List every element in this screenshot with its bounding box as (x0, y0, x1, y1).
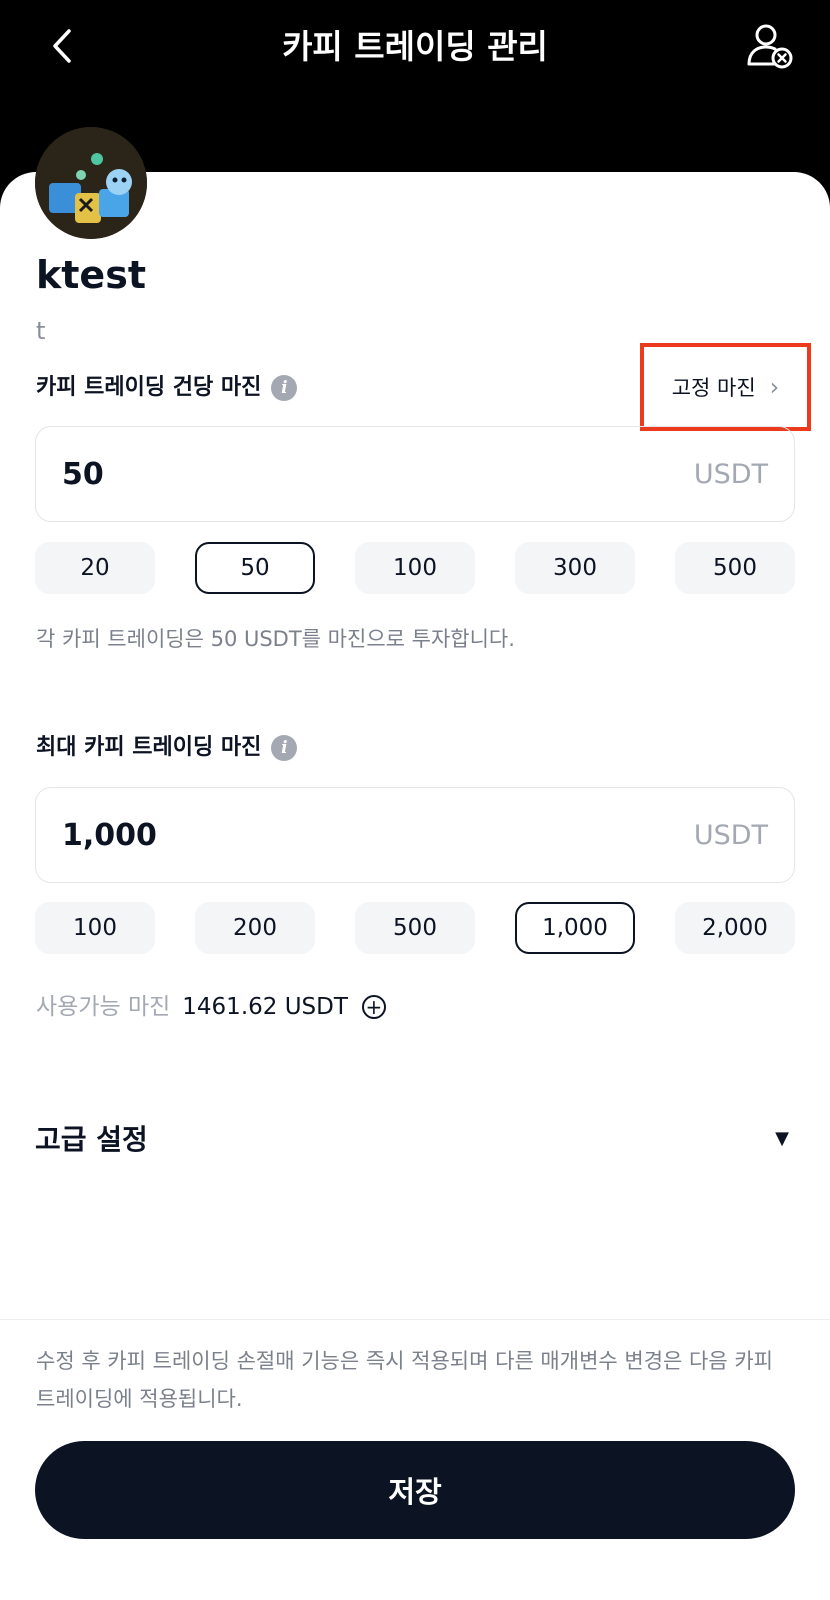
preset-button[interactable]: 50 (195, 542, 315, 594)
per-trade-margin-unit: USDT (693, 459, 768, 490)
unfollow-button[interactable] (744, 20, 796, 72)
max-margin-preset-row: 100 200 500 1,000 2,000 (35, 902, 795, 954)
preset-button[interactable]: 200 (195, 902, 315, 954)
trader-name: ktest (36, 253, 146, 297)
max-margin-unit: USDT (693, 820, 768, 851)
preset-button[interactable]: 100 (355, 542, 475, 594)
margin-mode-selector[interactable]: 고정 마진 › (640, 343, 811, 431)
per-trade-preset-row: 20 50 100 300 500 (35, 542, 795, 594)
trader-description: t (36, 317, 46, 345)
page-title: 카피 트레이딩 관리 (282, 27, 548, 66)
caret-down-icon: ▼ (775, 1127, 789, 1149)
user-remove-icon (747, 24, 793, 69)
max-margin-label: 최대 카피 트레이딩 마진 i (36, 733, 298, 763)
preset-button[interactable]: 20 (35, 542, 155, 594)
advanced-settings-toggle[interactable]: 고급 설정 ▼ (35, 1116, 795, 1160)
preset-button[interactable]: 300 (515, 542, 635, 594)
available-margin-value: 1461.62 USDT (182, 994, 348, 1020)
avatar (35, 127, 147, 239)
footer-notice: 수정 후 카피 트레이딩 손절매 기능은 즉시 적용되며 다른 매개변수 변경은… (36, 1349, 773, 1411)
save-button[interactable]: 저장 (35, 1441, 795, 1539)
available-margin-label: 사용가능 마진 (36, 994, 171, 1020)
preset-button[interactable]: 500 (355, 902, 475, 954)
preset-button[interactable]: 1,000 (515, 902, 635, 954)
max-margin-value: 1,000 (62, 818, 157, 853)
chevron-right-icon: › (769, 373, 780, 401)
margin-mode-label: 고정 마진 (671, 376, 756, 400)
preset-button[interactable]: 2,000 (675, 902, 795, 954)
advanced-settings-label: 고급 설정 (35, 1123, 148, 1156)
info-icon[interactable]: i (271, 375, 298, 401)
divider (0, 1319, 830, 1320)
per-trade-helper-text: 각 카피 트레이딩은 50 USDT를 마진으로 투자합니다. (36, 627, 515, 651)
preset-button[interactable]: 500 (675, 542, 795, 594)
available-margin-row: 사용가능 마진 1461.62 USDT + (36, 991, 386, 1023)
preset-button[interactable]: 100 (35, 902, 155, 954)
max-margin-input[interactable]: 1,000 USDT (35, 787, 795, 883)
per-trade-margin-value: 50 (62, 457, 104, 492)
add-margin-icon[interactable]: + (361, 995, 386, 1019)
info-icon[interactable]: i (271, 735, 298, 761)
per-trade-margin-label-text: 카피 트레이딩 건당 마진 (36, 375, 262, 400)
max-margin-label-text: 최대 카피 트레이딩 마진 (36, 735, 262, 760)
per-trade-margin-label: 카피 트레이딩 건당 마진 i (36, 373, 298, 403)
per-trade-margin-input[interactable]: 50 USDT (35, 426, 795, 522)
